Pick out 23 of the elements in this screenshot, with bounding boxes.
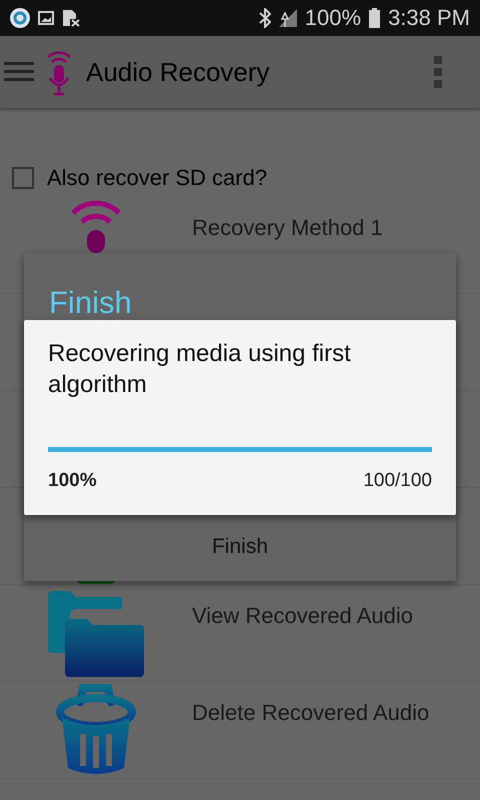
menu-item-label[interactable]: View Recovered Audio [192,603,413,629]
dialog-title: Finish [49,285,132,321]
battery-icon [369,8,380,28]
image-icon [38,11,54,25]
battery-percent: 100% [304,5,362,31]
checkbox-label: Also recover SD card? [47,165,268,191]
sd-card-checkbox[interactable] [12,167,34,189]
finish-button[interactable]: Finish [24,513,456,581]
menu-icon[interactable] [4,62,34,82]
bluetooth-icon [258,8,271,28]
app-logo-icon [10,8,30,28]
progress-count: 100/100 [363,470,432,492]
menu-item-label[interactable]: Delete Recovered Audio [192,700,430,726]
progress-percent: 100% [48,470,97,492]
menu-item-label[interactable]: Recovery Method 1 [192,215,383,241]
progress-message: Recovering media using first algorithm [48,339,352,400]
trash-icon [56,684,136,776]
app-title: Audio Recovery [86,56,270,88]
overflow-menu-icon[interactable] [434,56,442,88]
folders-icon [48,591,144,677]
clock: 3:38 PM [388,5,470,31]
sim-card-icon [62,9,80,27]
signal-icon [278,9,297,27]
